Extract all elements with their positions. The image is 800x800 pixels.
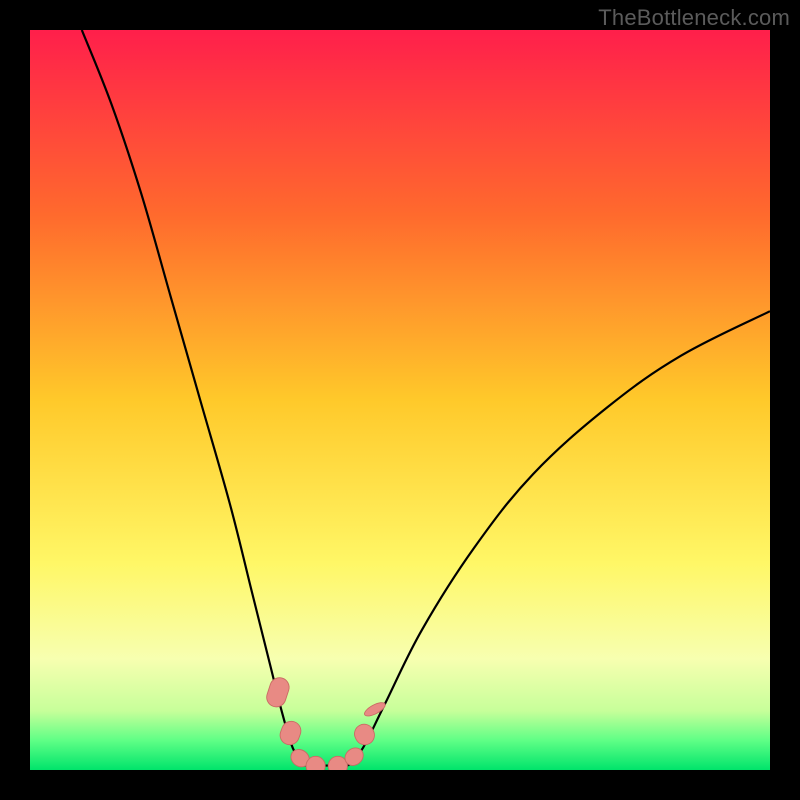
curves-layer bbox=[30, 30, 770, 770]
left-curve bbox=[82, 30, 304, 766]
watermark-text: TheBottleneck.com bbox=[598, 5, 790, 31]
right-curve bbox=[348, 311, 770, 765]
chart-area bbox=[30, 30, 770, 770]
